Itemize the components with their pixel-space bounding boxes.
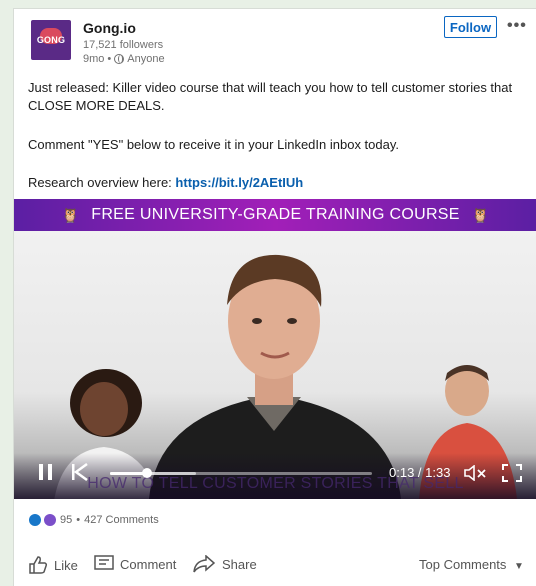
like-reaction-icon <box>29 514 41 526</box>
globe-icon <box>114 54 125 64</box>
action-bar: Like Comment Share Top Comments ▼ <box>14 549 536 579</box>
insightful-reaction-icon <box>44 514 56 526</box>
comment-sort-dropdown[interactable]: Top Comments ▼ <box>419 557 524 572</box>
company-name[interactable]: Gong.io <box>83 20 136 36</box>
comment-label: Comment <box>120 556 177 572</box>
owl-icon: 🦉 <box>471 206 490 223</box>
mute-icon[interactable] <box>464 465 488 481</box>
post-body: Just released: Killer video course that … <box>28 79 533 115</box>
more-options-icon[interactable]: ••• <box>507 17 527 35</box>
comment-icon <box>94 555 114 570</box>
research-label: Research overview here: <box>28 175 172 190</box>
share-button[interactable]: Share <box>192 555 257 573</box>
like-button[interactable]: Like <box>28 555 78 575</box>
post-body-cta: Comment "YES" below to receive it in you… <box>28 137 400 152</box>
post-age: 9mo <box>83 53 105 65</box>
reaction-separator: • <box>76 514 81 526</box>
post-body-line: CLOSE MORE DEALS. <box>28 98 165 113</box>
like-label: Like <box>54 557 78 573</box>
post-body-line: Just released: Killer video course that … <box>28 80 513 95</box>
company-logo[interactable]: GONG <box>31 20 71 60</box>
logo-text: GONG <box>36 35 66 45</box>
follower-count: 17,521 followers <box>83 39 164 51</box>
video-time: 0:13 / 1:33 <box>389 465 451 480</box>
research-link[interactable]: https://bit.ly/2AEtIUh <box>175 175 303 190</box>
skip-back-icon[interactable] <box>71 463 89 481</box>
reactions-summary[interactable]: 95 • 427 Comments <box>29 514 159 526</box>
fullscreen-icon[interactable] <box>502 464 522 482</box>
comment-sort-label: Top Comments <box>419 557 507 572</box>
progress-track[interactable] <box>110 468 372 478</box>
follow-button[interactable]: Follow <box>444 16 497 38</box>
banner-text: FREE UNIVERSITY-GRADE TRAINING COURSE <box>91 206 460 223</box>
research-line: Research overview here: https://bit.ly/2… <box>28 174 533 192</box>
video-player[interactable]: HOW TO TELL CUSTOMER STORIES THAT SELL 0… <box>14 231 536 499</box>
meta-separator: • <box>107 53 112 65</box>
progress-thumb[interactable] <box>141 468 152 478</box>
pause-icon[interactable] <box>38 463 54 481</box>
post-card: GONG Gong.io 17,521 followers 9mo • Anyo… <box>13 8 536 586</box>
chevron-down-icon: ▼ <box>514 561 524 572</box>
share-icon <box>193 555 216 573</box>
owl-icon: 🦉 <box>61 206 80 223</box>
reaction-count: 95 <box>60 514 73 526</box>
share-label: Share <box>222 556 257 572</box>
video-banner: 🦉 FREE UNIVERSITY-GRADE TRAINING COURSE … <box>14 199 536 231</box>
comment-count[interactable]: 427 Comments <box>84 514 159 526</box>
post-visibility: Anyone <box>127 53 165 65</box>
video-subtitle: HOW TO TELL CUSTOMER STORIES THAT SELL <box>87 475 464 492</box>
post-meta: 9mo • Anyone <box>83 53 165 65</box>
comment-button[interactable]: Comment <box>94 555 176 573</box>
thumbs-up-icon <box>29 556 48 574</box>
